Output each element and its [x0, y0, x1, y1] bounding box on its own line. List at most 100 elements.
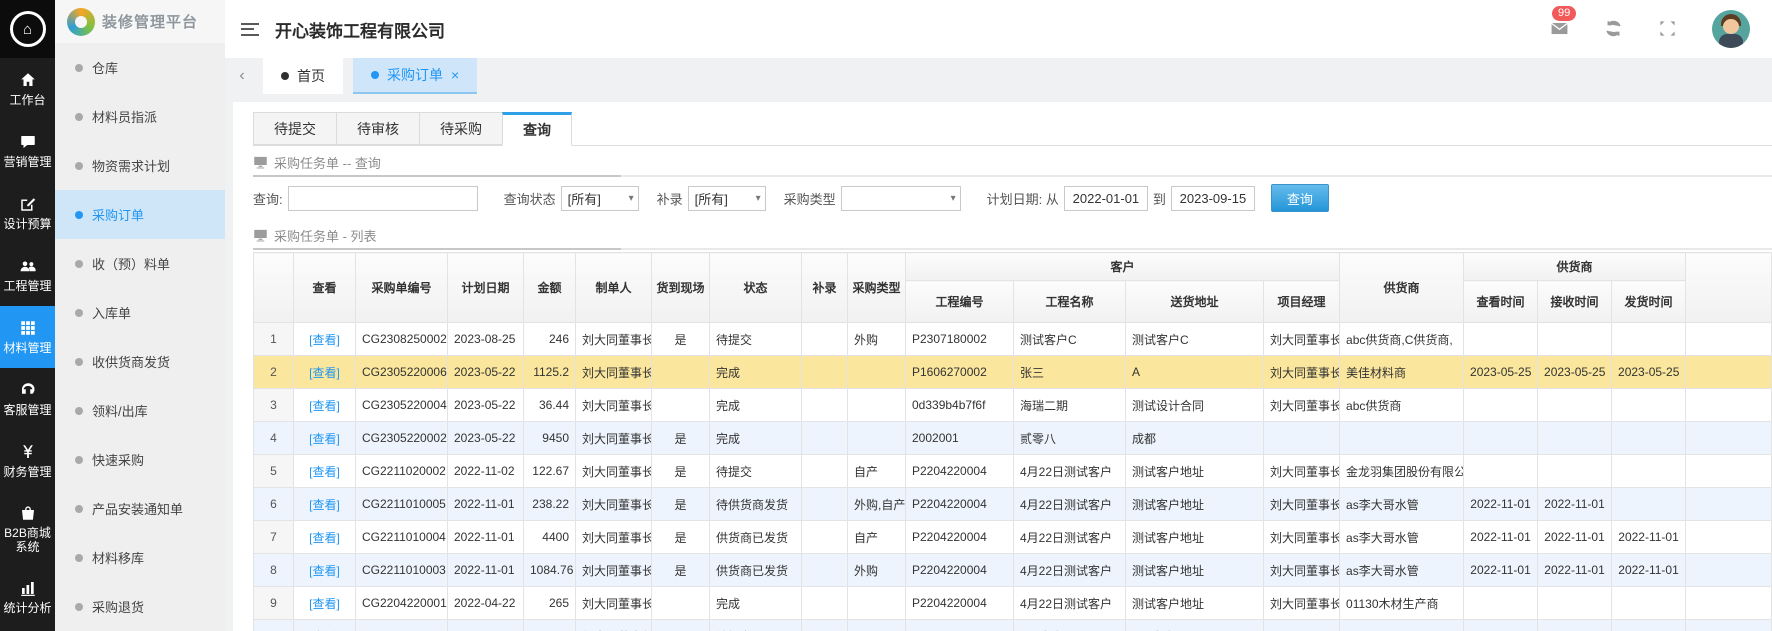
- purchase-type-select[interactable]: ▾: [840, 185, 961, 211]
- tab-purchase-orders[interactable]: 采购订单 ×: [353, 58, 478, 94]
- subtab[interactable]: 查询: [502, 112, 572, 146]
- cell-project_no: P2307180002: [905, 322, 1014, 356]
- orders-table-head: 查看 采购单编号 计划日期 金额 制单人 货到现场 状态 补录 采购类型 客户 供货商 供货商 工程编号…: [253, 252, 1772, 323]
- rail-item-grid[interactable]: 材料管理: [0, 306, 55, 368]
- view-link[interactable]: [查看]: [309, 432, 340, 446]
- rail-item-edit[interactable]: 设计预算: [0, 182, 55, 244]
- monitor-icon: [254, 229, 267, 241]
- menu-toggle-icon[interactable]: [241, 22, 259, 36]
- table-row[interactable]: 10[查看]CG22033100022022-03-31120刘大同董事长是待提…: [253, 619, 1772, 631]
- cell-extra: [1685, 322, 1772, 356]
- search-button[interactable]: 查询: [1270, 184, 1329, 212]
- group-header: 供货商: [1463, 252, 1687, 281]
- view-link[interactable]: [查看]: [309, 564, 340, 578]
- view-link[interactable]: [查看]: [309, 333, 340, 347]
- date-to-input[interactable]: 2023-09-15: [1170, 185, 1255, 211]
- cell-ship_time: 2023-05-25: [1611, 355, 1687, 389]
- view-link[interactable]: [查看]: [309, 399, 340, 413]
- subtab[interactable]: 待提交: [253, 112, 337, 145]
- grid-icon: [19, 319, 37, 337]
- cell-amount: 36.44: [523, 388, 576, 422]
- table-row[interactable]: 3 [查看] CG2305220004 2023-05-22 36.44 刘大同董事长 完成…: [253, 388, 1772, 422]
- col-header: 查看: [293, 252, 356, 323]
- submenu-item[interactable]: 入库单: [55, 288, 225, 337]
- submenu-item[interactable]: 收（预）料单: [55, 239, 225, 288]
- cell-receive_time: 2023-05-25: [1537, 355, 1613, 389]
- cell-delivery_address: 成都: [1125, 421, 1264, 455]
- cell-supplement: [801, 355, 848, 389]
- status-select-value: [所有]: [567, 191, 601, 207]
- submenu-item[interactable]: 领料/出库: [55, 386, 225, 435]
- table-row[interactable]: 7 [查看] CG2211010004 2022-11-01 4400 刘大同董事长是供货…: [253, 520, 1772, 554]
- rail-item-yen[interactable]: 财务管理: [0, 430, 55, 492]
- table-row[interactable]: 6 [查看] CG2211010005 2022-11-01 238.22 刘大同董事长是…: [253, 487, 1772, 521]
- submenu-item[interactable]: 材料移库: [55, 533, 225, 582]
- table-row[interactable]: 8 [查看] CG2211010003 2022-11-01 1084.76 刘大同董事长…: [253, 553, 1772, 587]
- bullet-dot-icon: [75, 308, 83, 317]
- cell-arrived: [651, 586, 710, 620]
- col-header: 工程名称: [1013, 280, 1126, 323]
- cell-project_name: VIP客户: [1013, 619, 1126, 631]
- rail-item-headset[interactable]: 客服管理: [0, 368, 55, 430]
- cell-maker: 刘大同董事长: [575, 421, 652, 455]
- table-row[interactable]: 9 [查看] CG2204220001 2022-04-22 265 刘大同董事长 完成 P2…: [253, 586, 1772, 620]
- view-link[interactable]: [查看]: [309, 597, 340, 611]
- rail-item-home[interactable]: 工作台: [0, 58, 55, 120]
- bag-icon: [19, 504, 37, 522]
- edit-icon: [19, 195, 37, 213]
- cell-project_name: 4月22日测试客户: [1013, 454, 1126, 488]
- supplement-select[interactable]: [所有] ▾: [687, 185, 766, 211]
- tab-close-icon[interactable]: ×: [451, 68, 459, 82]
- submenu-item[interactable]: 采购订单: [55, 190, 225, 239]
- rail-item-chat[interactable]: 营销管理: [0, 120, 55, 182]
- refresh-icon[interactable]: [1604, 19, 1624, 39]
- cell-receive_time: [1537, 322, 1613, 356]
- view-link[interactable]: [查看]: [309, 366, 340, 380]
- rail-item-chart[interactable]: 统计分析: [0, 566, 55, 628]
- cell-plan_date: 2023-05-22: [447, 388, 524, 422]
- table-row[interactable]: 2 [查看] CG2305220006 2023-05-22 1125.2 刘大同董事长完…: [253, 355, 1772, 389]
- subtab[interactable]: 待采购: [419, 112, 503, 145]
- table-row[interactable]: 4 [查看] CG2305220002 2023-05-22 9450 刘大同董事长是完成…: [253, 421, 1772, 455]
- fullscreen-icon[interactable]: [1658, 19, 1678, 39]
- cell-view_time: [1463, 322, 1539, 356]
- cell-order_no: CG2211010005: [355, 487, 448, 521]
- rail-item-bag[interactable]: B2B商城系统: [0, 492, 55, 566]
- submenu-item[interactable]: 材料员指派: [55, 92, 225, 141]
- cell-arrived: 是: [651, 553, 710, 587]
- subtab[interactable]: 待审核: [336, 112, 420, 145]
- mail-badge: 99: [1552, 6, 1577, 21]
- date-from-input[interactable]: 2022-01-01: [1063, 185, 1148, 211]
- rail-item-users[interactable]: 工程管理: [0, 244, 55, 306]
- bullet-dot-icon: [75, 504, 83, 513]
- submenu-item[interactable]: 物资需求计划: [55, 141, 225, 190]
- mail-icon[interactable]: 99: [1550, 6, 1577, 39]
- col-header: 接收时间: [1537, 280, 1613, 323]
- cell-project_no: P2204220004: [905, 586, 1014, 620]
- app-logo[interactable]: ⌂: [0, 0, 55, 58]
- cell-ship_time: [1611, 454, 1687, 488]
- submenu-item[interactable]: 产品安装通知单: [55, 484, 225, 533]
- group-header: 客户: [904, 252, 1341, 281]
- status-select[interactable]: [所有] ▾: [560, 185, 639, 211]
- cell-delivery_address: 测试设计合同: [1125, 388, 1264, 422]
- cell-extra: [1685, 553, 1772, 587]
- view-link[interactable]: [查看]: [309, 531, 340, 545]
- col-header: 制单人: [575, 252, 652, 323]
- cell-project_manager: 刘大同董事长: [1262, 322, 1341, 356]
- tab-home[interactable]: 首页: [263, 58, 343, 94]
- cell-status: 完成: [709, 388, 802, 422]
- view-link[interactable]: [查看]: [309, 498, 340, 512]
- user-avatar[interactable]: [1712, 10, 1750, 48]
- table-row[interactable]: 5 [查看] CG2211020002 2022-11-02 122.67 刘大同董事长是…: [253, 454, 1772, 488]
- tabs-scroll-left-icon[interactable]: ‹: [231, 58, 253, 94]
- table-row[interactable]: 1 [查看] CG2308250002 2023-08-25 246 刘大同董事长是待提交…: [253, 322, 1772, 356]
- cell-plan_date: 2022-04-22: [447, 586, 524, 620]
- type-label: 采购类型: [783, 191, 836, 207]
- submenu-item[interactable]: 收供货商发货: [55, 337, 225, 386]
- submenu-item[interactable]: 快速采购: [55, 435, 225, 484]
- submenu-item[interactable]: 仓库: [55, 43, 225, 92]
- view-link[interactable]: [查看]: [309, 465, 340, 479]
- keyword-input[interactable]: [287, 185, 478, 211]
- submenu-item[interactable]: 采购退货: [55, 582, 225, 631]
